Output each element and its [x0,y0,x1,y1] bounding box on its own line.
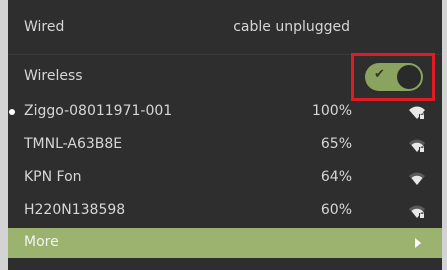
network-signal: 100% [311,103,352,119]
wired-row[interactable]: Wired cable unplugged [8,16,442,40]
check-icon: ✔ [374,67,385,82]
wireless-label: Wireless [24,68,83,84]
wireless-toggle[interactable]: ✔ [365,63,423,91]
more-button[interactable]: More [8,228,442,258]
active-network-dot [9,109,15,115]
network-name: H220N138598 [24,202,126,218]
wired-label: Wired [24,19,65,35]
wifi-icon [409,172,425,185]
network-name: Ziggo-08011971-001 [24,103,173,119]
network-signal: 60% [320,202,352,218]
wifi-secure-icon [409,106,425,119]
network-signal: 65% [320,136,352,152]
network-item[interactable]: TMNL-A63B8E 65% [8,133,442,157]
chevron-right-icon [415,238,421,248]
toggle-knob[interactable] [397,65,421,89]
network-item[interactable]: KPN Fon 64% [8,166,442,190]
network-name: TMNL-A63B8E [24,136,123,152]
network-item[interactable]: Ziggo-08011971-001 100% [8,100,442,124]
network-item[interactable]: H220N138598 60% [8,199,442,223]
more-label: More [24,234,59,250]
network-menu-panel: Wired cable unplugged Wireless ✔ Ziggo-0… [8,0,442,270]
wifi-secure-icon [409,205,425,218]
wifi-secure-icon [409,139,425,152]
network-name: KPN Fon [24,169,82,185]
network-signal: 64% [320,169,352,185]
wired-status: cable unplugged [233,19,350,35]
